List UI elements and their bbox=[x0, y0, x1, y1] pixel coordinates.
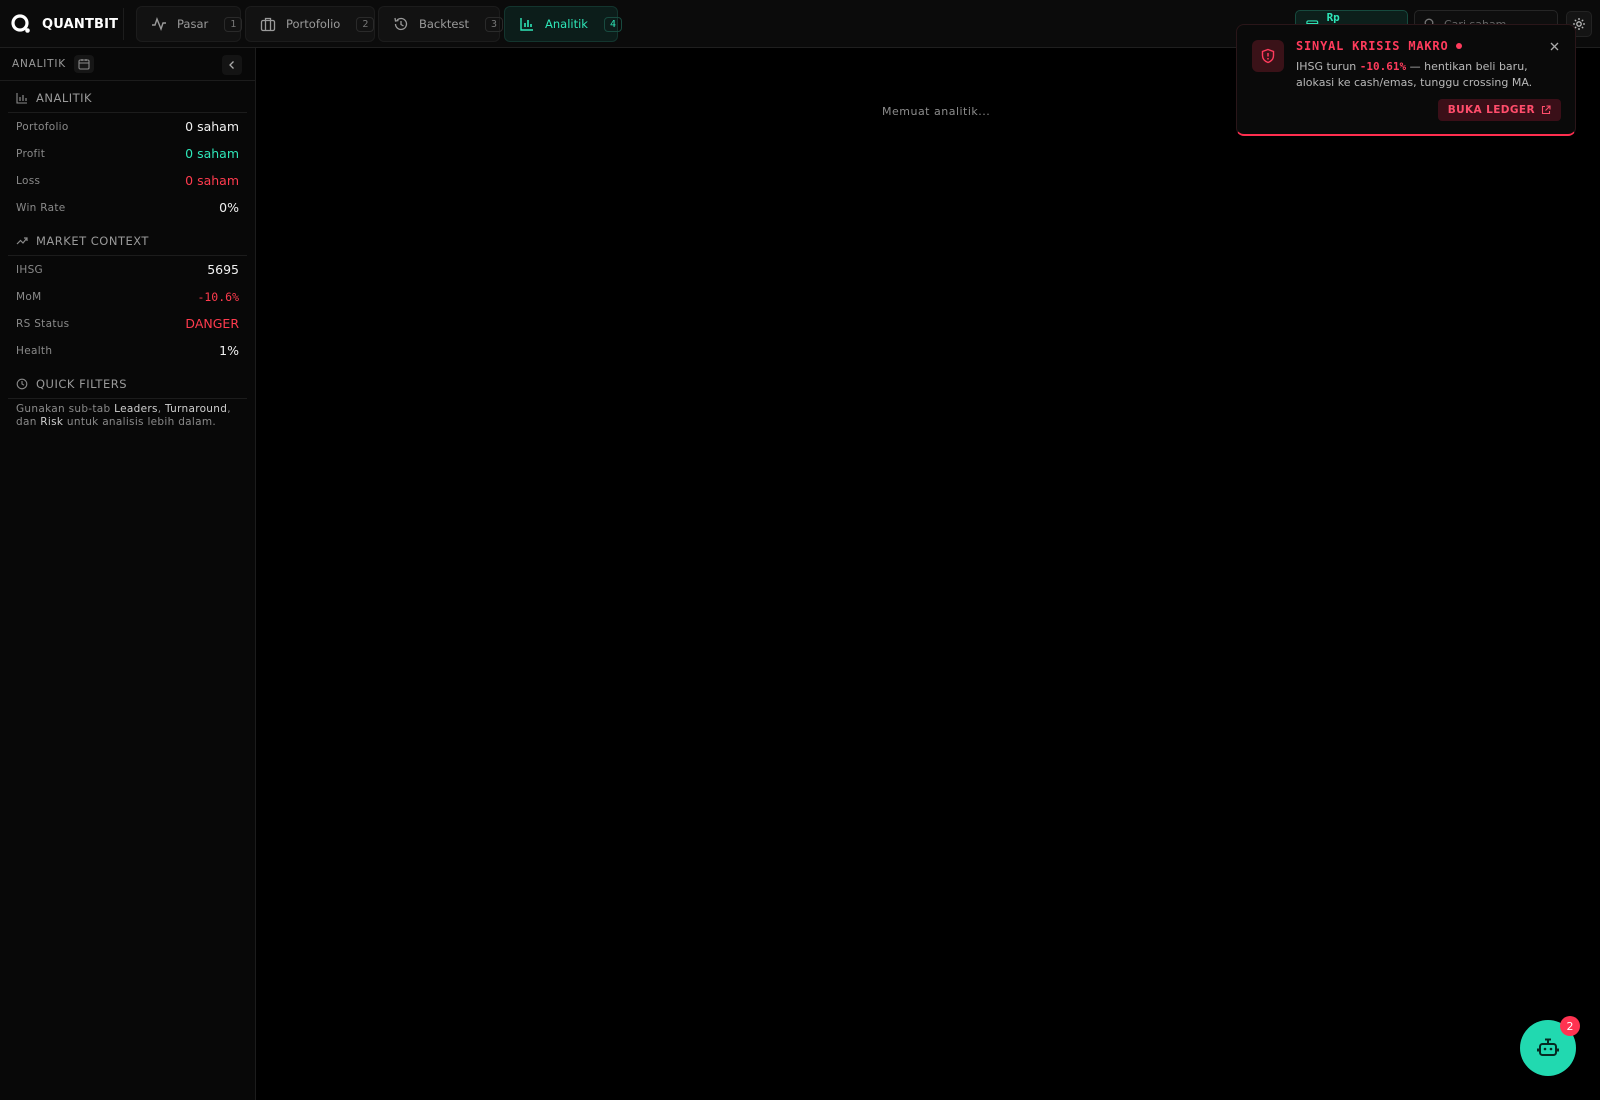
stat-label: RS Status bbox=[16, 317, 70, 330]
alert-body: IHSG turun -10.61% — hentikan beli baru,… bbox=[1296, 60, 1533, 89]
calendar-button[interactable] bbox=[73, 55, 94, 73]
tab-portofolio[interactable]: Portofolio 2 bbox=[245, 6, 375, 42]
stat-value: 1% bbox=[219, 343, 239, 358]
bar-chart-icon bbox=[16, 92, 27, 104]
stat-value: DANGER bbox=[185, 316, 239, 331]
tab-shortcut: 2 bbox=[356, 16, 375, 32]
tab-shortcut: 1 bbox=[224, 16, 243, 32]
turnaround-link[interactable]: Turnaround bbox=[165, 403, 227, 415]
stat-row-ihsg: IHSG 5695 bbox=[8, 256, 247, 283]
stat-label: Profit bbox=[16, 147, 46, 160]
risk-link[interactable]: Risk bbox=[40, 416, 63, 428]
clock-icon bbox=[16, 378, 28, 389]
tab-shortcut: 3 bbox=[485, 16, 504, 32]
tab-pasar[interactable]: Pasar 1 bbox=[136, 6, 243, 42]
app-name: QUANTBIT bbox=[42, 16, 119, 32]
bar-chart-icon bbox=[520, 18, 533, 31]
stat-row-win-rate: Win Rate 0% bbox=[8, 194, 247, 221]
tab-label: Pasar bbox=[177, 17, 209, 31]
quick-filters-note: Gunakan sub-tab Leaders, Turnaround, dan… bbox=[16, 403, 231, 428]
calendar-icon bbox=[78, 59, 90, 70]
tab-label: Backtest bbox=[419, 17, 470, 31]
history-icon bbox=[394, 17, 408, 31]
leaders-link[interactable]: Leaders bbox=[114, 403, 158, 415]
app-logo[interactable]: QUANTBIT bbox=[10, 13, 118, 35]
stat-label: Loss bbox=[16, 174, 41, 187]
stat-value: 0 saham bbox=[185, 146, 239, 161]
tab-label: Portofolio bbox=[286, 17, 341, 31]
section-title: QUICK FILTERS bbox=[8, 369, 247, 399]
sidebar-header: ANALITIK bbox=[0, 48, 255, 81]
tab-label: Analitik bbox=[545, 17, 588, 31]
tab-shortcut: 4 bbox=[603, 16, 622, 32]
section-title: ANALITIK bbox=[8, 83, 247, 113]
nav-divider bbox=[123, 8, 124, 40]
stat-value: 0 saham bbox=[185, 119, 239, 134]
stat-row-mom: MoM -10.6% bbox=[8, 283, 247, 310]
quick-filters-section: QUICK FILTERS Gunakan sub-tab Leaders, T… bbox=[8, 369, 247, 433]
market-context-section: MARKET CONTEXT IHSG 5695 MoM -10.6% RS Sta… bbox=[8, 226, 247, 364]
tab-analitik[interactable]: Analitik 4 bbox=[504, 6, 622, 42]
stat-row-portofolio: Portofolio 0 saham bbox=[8, 113, 247, 140]
stat-label: IHSG bbox=[16, 263, 43, 276]
analitik-section: ANALITIK Portofolio 0 saham Profit 0 saham… bbox=[8, 83, 247, 221]
stat-value: -10.6% bbox=[197, 289, 239, 304]
sidebar: ANALITIK ANALITIK Portofolio 0 saham Prof… bbox=[0, 48, 256, 1100]
macro-crisis-alert: SINYAL KRISIS MAKRO IHSG turun -10.61% —… bbox=[1236, 24, 1576, 136]
logo-q-icon bbox=[10, 13, 32, 35]
stat-row-rs-status: RS Status DANGER bbox=[8, 310, 247, 337]
close-icon bbox=[1550, 42, 1558, 50]
open-ledger-button[interactable]: BUKA LEDGER bbox=[1437, 99, 1561, 121]
stat-value: 0% bbox=[219, 200, 239, 215]
tab-backtest[interactable]: Backtest 3 bbox=[378, 6, 504, 42]
notification-badge: 2 bbox=[1560, 1016, 1580, 1036]
bot-icon bbox=[1537, 1038, 1559, 1056]
alert-percentage: -10.61% bbox=[1359, 60, 1407, 73]
live-dot-icon bbox=[1456, 43, 1463, 49]
briefcase-icon bbox=[260, 17, 276, 32]
external-link-icon bbox=[1541, 105, 1551, 115]
chevron-left-icon bbox=[229, 61, 234, 69]
activity-icon bbox=[152, 16, 166, 32]
section-title: MARKET CONTEXT bbox=[8, 226, 247, 256]
stat-row-profit: Profit 0 saham bbox=[8, 140, 247, 167]
section-title-text: QUICK FILTERS bbox=[36, 376, 127, 391]
open-ledger-label: BUKA LEDGER bbox=[1447, 104, 1535, 116]
shield-alert-icon bbox=[1252, 40, 1284, 72]
stat-label: Win Rate bbox=[16, 201, 66, 214]
stat-value: 0 saham bbox=[185, 173, 239, 188]
stat-label: Portofolio bbox=[16, 120, 69, 133]
alert-title: SINYAL KRISIS MAKRO bbox=[1296, 39, 1463, 53]
stat-row-health: Health 1% bbox=[8, 337, 247, 364]
stat-value: 5695 bbox=[207, 262, 239, 277]
stat-label: MoM bbox=[16, 290, 42, 303]
section-title-text: ANALITIK bbox=[36, 90, 93, 105]
collapse-sidebar-button[interactable] bbox=[222, 55, 242, 75]
sidebar-title: ANALITIK bbox=[12, 58, 66, 70]
stat-row-loss: Loss 0 saham bbox=[8, 167, 247, 194]
section-title-text: MARKET CONTEXT bbox=[36, 233, 149, 248]
stat-label: Health bbox=[16, 344, 53, 357]
trending-up-icon bbox=[16, 236, 28, 244]
loading-text: Memuat analitik... bbox=[882, 105, 991, 118]
close-alert-button[interactable] bbox=[1547, 39, 1561, 53]
